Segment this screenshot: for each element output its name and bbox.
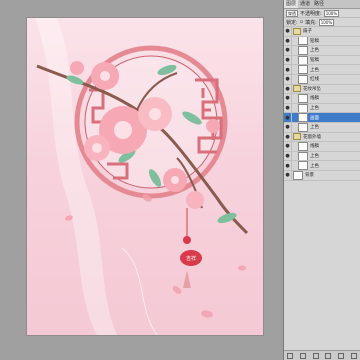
layer-thumbnail — [298, 46, 308, 55]
visibility-eye-icon[interactable]: ● — [284, 142, 292, 151]
lock-row: 锁定: ▫ 填充: 100% — [284, 18, 360, 27]
blend-row: 穿透 不透明度: 100% — [284, 9, 360, 18]
layer-row[interactable]: ● 画面 — [284, 113, 360, 123]
layer-name: 线稿 — [310, 144, 319, 150]
layer-thumbnail — [298, 74, 308, 84]
layer-thumbnail — [298, 151, 308, 161]
visibility-eye-icon[interactable]: ● — [284, 84, 292, 94]
visibility-eye-icon[interactable]: ● — [284, 74, 292, 84]
panel-tabs: 图层 通道 路径 — [284, 0, 360, 9]
new-group-icon[interactable] — [325, 352, 332, 359]
layer-row[interactable]: ● 线稿 — [284, 142, 360, 152]
tab-layers[interactable]: 图层 — [284, 0, 299, 8]
layer-name: 上色 — [310, 125, 319, 131]
layer-row[interactable]: ● 背景 — [284, 170, 360, 181]
lucky-pendant — [180, 208, 202, 288]
visibility-eye-icon[interactable]: ● — [284, 122, 292, 132]
fill-input[interactable]: 100% — [318, 18, 335, 26]
layer-name: 红线 — [310, 77, 319, 83]
visibility-eye-icon[interactable]: ● — [284, 55, 292, 65]
tab-channels[interactable]: 通道 — [298, 0, 312, 8]
layer-row[interactable]: ● 上色 — [284, 151, 360, 162]
blend-mode-select[interactable]: 穿透 — [286, 9, 298, 17]
visibility-eye-icon[interactable]: ● — [284, 151, 292, 161]
artwork-illustration: 吉祥 — [35, 18, 249, 335]
layer-row[interactable]: ● 铅稿 — [284, 36, 360, 47]
layer-row[interactable]: ● 红线 — [284, 74, 360, 85]
layer-name: 上色 — [310, 48, 319, 54]
visibility-eye-icon[interactable]: ● — [284, 161, 292, 170]
link-layers-icon[interactable] — [287, 352, 294, 359]
delete-layer-icon[interactable] — [350, 352, 357, 359]
folder-icon — [293, 133, 301, 141]
lock-label: 锁定: — [286, 19, 298, 26]
opacity-label: 不透明度: — [300, 10, 322, 17]
visibility-eye-icon[interactable]: ● — [284, 103, 292, 113]
visibility-eye-icon[interactable]: ● — [284, 94, 292, 103]
layer-thumbnail — [298, 142, 308, 151]
layer-row[interactable]: ● 线稿 — [284, 94, 360, 104]
layer-name: 铅稿 — [310, 58, 319, 64]
visibility-eye-icon[interactable]: ● — [284, 113, 292, 122]
layer-name: 上色 — [310, 67, 319, 73]
layer-thumbnail — [298, 65, 308, 75]
visibility-eye-icon[interactable]: ● — [284, 65, 292, 74]
layer-name: 背景 — [305, 173, 314, 179]
layer-name: 上色 — [310, 154, 319, 160]
layer-row[interactable]: ● 上色 — [284, 161, 360, 171]
layer-name: 上色 — [310, 163, 319, 169]
layer-group-row[interactable]: ● 花纹吊坠 — [284, 84, 360, 95]
opacity-input[interactable]: 100% — [323, 9, 340, 17]
layer-style-icon[interactable] — [299, 352, 306, 359]
layer-thumbnail — [298, 55, 308, 65]
lock-icon[interactable]: ▫ — [300, 19, 303, 25]
layer-row[interactable]: ● 上色 — [284, 46, 360, 56]
artwork-canvas[interactable]: 吉祥 — [27, 18, 263, 335]
visibility-eye-icon[interactable]: ● — [284, 36, 292, 46]
layer-thumbnail — [293, 170, 303, 180]
visibility-eye-icon[interactable]: ● — [284, 27, 292, 36]
tab-paths[interactable]: 路径 — [312, 0, 326, 8]
layer-row[interactable]: ● 铅稿 — [284, 55, 360, 66]
pendant-text: 吉祥 — [186, 255, 196, 262]
folder-icon — [293, 27, 301, 35]
layer-name: 花纹吊坠 — [303, 86, 321, 92]
layer-thumbnail — [298, 103, 308, 113]
visibility-eye-icon[interactable]: ● — [284, 170, 292, 180]
ribbon-line — [121, 247, 158, 335]
layer-thumbnail — [298, 94, 308, 103]
new-layer-icon[interactable] — [337, 352, 344, 359]
layer-name: 线稿 — [310, 96, 319, 102]
panel-footer — [284, 350, 360, 360]
layer-list: ● 扇子 ● 铅稿 ● 上色 ● 铅稿 ● 上色 ● 红线 ● 花纹吊坠 ● 线稿 ● 上色 ● 画面 ● 上色 ● 花窗外墙… — [284, 27, 360, 181]
layers-panel: 图层 通道 路径 穿透 不透明度: 100% 锁定: ▫ 填充: 100% ● 扇… — [283, 0, 360, 360]
layer-thumbnail — [298, 36, 308, 46]
layer-row[interactable]: ● 上色 — [284, 122, 360, 133]
layer-name: 扇子 — [303, 29, 312, 35]
canvas-workspace: 吉祥 — [0, 0, 283, 360]
folder-icon — [293, 85, 301, 93]
layer-group-row[interactable]: ● 花窗外墙 — [284, 132, 360, 143]
layer-name: 上色 — [310, 106, 319, 112]
layer-group-row[interactable]: ● 扇子 — [284, 27, 360, 37]
layer-name: 花窗外墙 — [303, 134, 321, 140]
layer-name: 铅稿 — [310, 38, 319, 44]
layer-row[interactable]: ● 上色 — [284, 103, 360, 114]
layer-thumbnail — [298, 113, 308, 122]
layer-thumbnail — [298, 122, 308, 132]
mask-icon[interactable] — [312, 352, 319, 359]
layer-name: 画面 — [310, 115, 319, 121]
layer-thumbnail — [298, 161, 308, 170]
visibility-eye-icon[interactable]: ● — [284, 132, 292, 142]
layer-row[interactable]: ● 上色 — [284, 65, 360, 75]
visibility-eye-icon[interactable]: ● — [284, 46, 292, 55]
fill-label: 填充: — [305, 19, 317, 26]
